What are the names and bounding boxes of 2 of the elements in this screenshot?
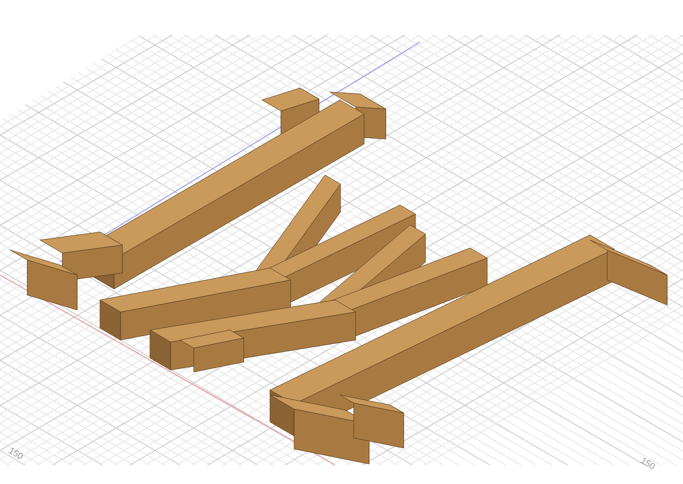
grid-label: 150 [638,455,657,472]
grid-label: 150 [6,445,25,462]
